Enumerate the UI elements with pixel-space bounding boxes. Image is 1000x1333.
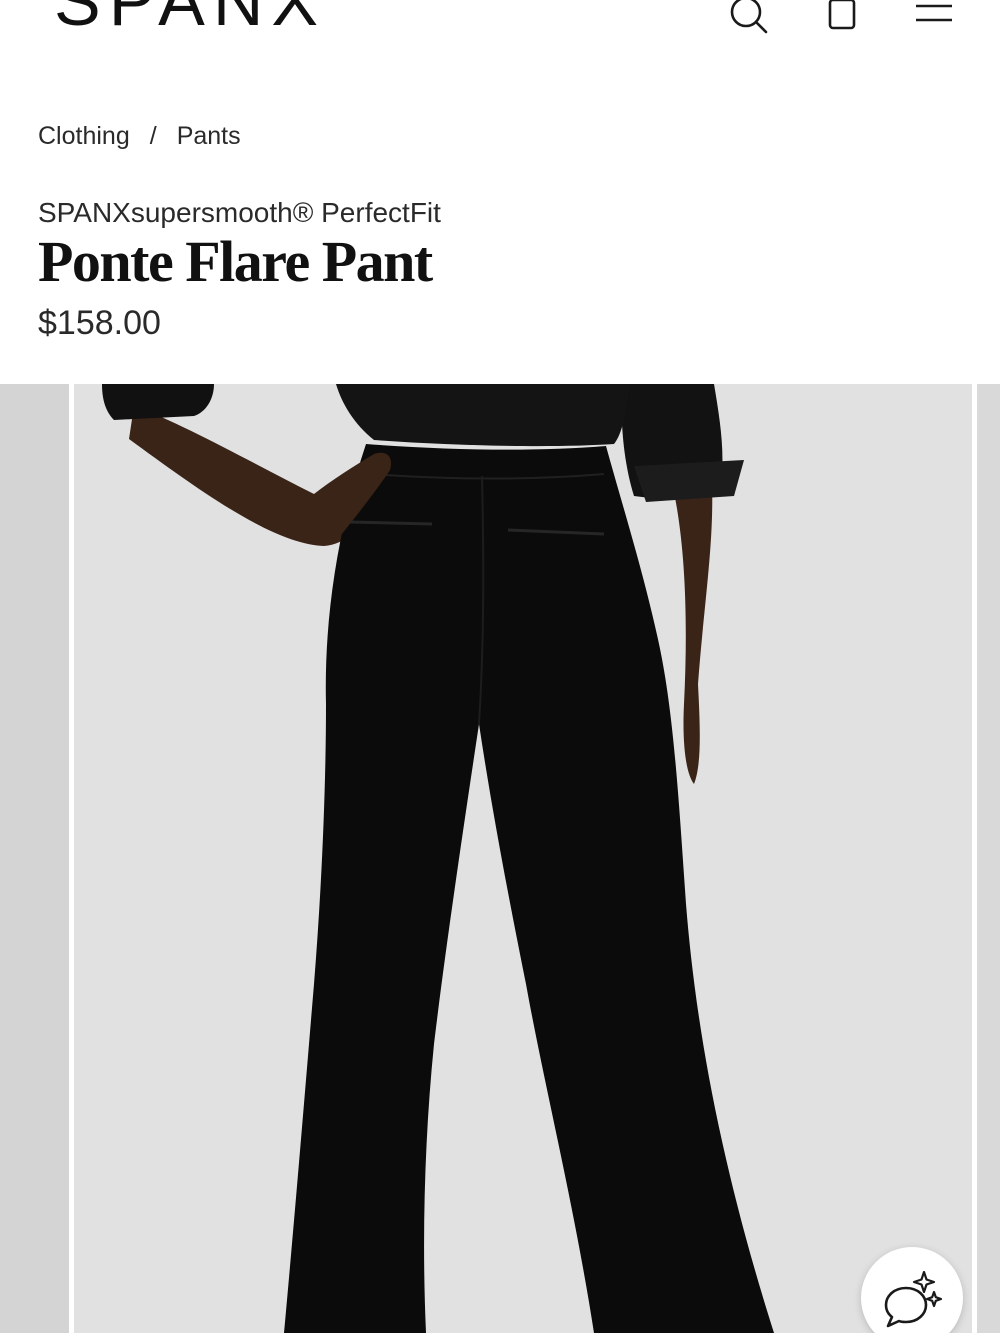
- search-button[interactable]: [726, 0, 770, 38]
- product-image[interactable]: [74, 384, 972, 1333]
- breadcrumb-separator: /: [149, 122, 157, 150]
- breadcrumb: Clothing / Pants: [38, 122, 241, 151]
- previous-slide-peek[interactable]: [0, 384, 69, 1333]
- product-image-carousel[interactable]: [0, 384, 1000, 1333]
- shopping-bag-icon: [828, 0, 856, 30]
- cart-button[interactable]: [820, 0, 864, 38]
- menu-icon: [916, 4, 952, 22]
- next-slide-peek[interactable]: [977, 384, 1000, 1333]
- breadcrumb-pants[interactable]: Pants: [177, 122, 241, 151]
- product-price: $158.00: [38, 304, 161, 342]
- breadcrumb-clothing[interactable]: Clothing: [38, 122, 130, 151]
- product-photo: [74, 384, 972, 1333]
- brand-logo[interactable]: SPANX: [54, 0, 326, 36]
- product-page: SPANX Clothing / Pants SPANXsupersmooth®…: [0, 0, 1000, 1333]
- menu-button[interactable]: [912, 0, 956, 38]
- product-collection: SPANXsupersmooth® PerfectFit: [38, 197, 441, 228]
- site-header: SPANX: [0, 0, 1000, 60]
- product-title: Ponte Flare Pant: [38, 229, 433, 294]
- chat-sparkle-icon: [884, 1270, 943, 1328]
- search-icon: [730, 0, 768, 34]
